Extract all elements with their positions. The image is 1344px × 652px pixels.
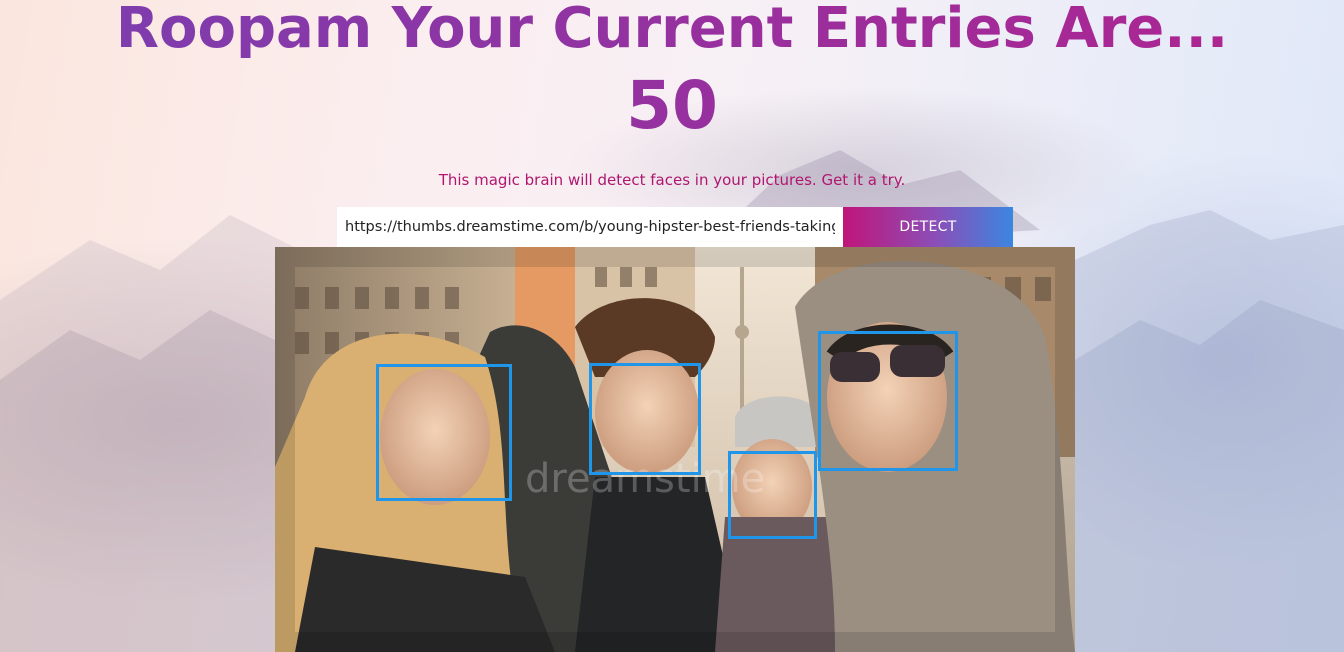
face-box [818, 331, 958, 471]
face-box [728, 451, 817, 539]
image-url-input[interactable] [337, 207, 843, 247]
app-description: This magic brain will detect faces in yo… [438, 171, 906, 189]
page-title: Roopam Your Current Entries Are... [0, 0, 1344, 58]
detected-image: dreamstime [275, 247, 1075, 652]
detect-button[interactable]: DETECT [843, 207, 1013, 247]
entry-count: 50 [0, 70, 1344, 142]
image-url-form: DETECT [337, 207, 1013, 247]
face-box [589, 363, 701, 475]
face-box [376, 364, 512, 501]
